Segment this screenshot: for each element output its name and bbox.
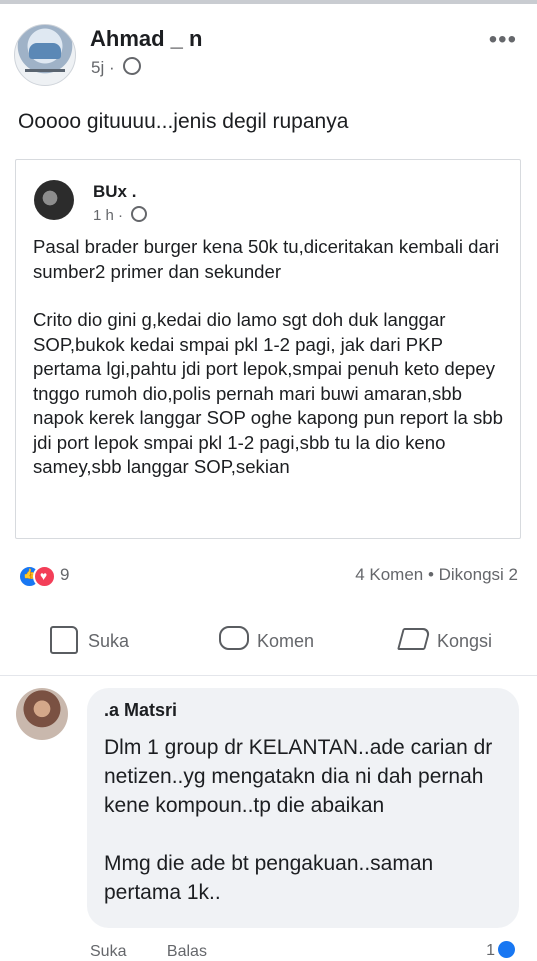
shared-author-avatar[interactable] (34, 180, 74, 220)
avatar-car-graphic (29, 43, 61, 59)
globe-icon (123, 57, 142, 75)
shared-author-name[interactable]: BUx . (93, 182, 136, 202)
shared-paragraph: Crito dio gini g,kedai dio lamo sgt doh … (33, 309, 503, 477)
comment-text: Dlm 1 group dr KELANTAN..ade carian dr n… (104, 733, 504, 936)
post-actions-bar: Suka Komen Kongsi (0, 622, 537, 662)
avatar-caption-graphic (25, 69, 65, 72)
comment-label: Komen (257, 631, 315, 651)
shared-post-text: Pasal brader burger kena 50k tu,dicerita… (33, 235, 513, 504)
more-options-button[interactable]: ••• (489, 26, 517, 54)
comment-bubble: .a Matsri Dlm 1 group dr KELANTAN..ade c… (87, 688, 519, 928)
commenter-avatar[interactable] (16, 688, 68, 740)
post-author-name[interactable]: Ahmad _ n (90, 26, 202, 52)
reaction-count: 9 (60, 565, 70, 584)
comment-paragraph: Dlm 1 group dr KELANTAN..ade carian dr n… (104, 736, 493, 817)
comments-shares-count[interactable]: 4 Komen • Dikongsi 2 (355, 565, 518, 585)
comment-paragraph: Mmg die ade bt pengakuan..saman pertama … (104, 852, 434, 904)
globe-icon (131, 206, 148, 222)
love-reaction-icon (33, 565, 56, 588)
comment-like-button[interactable]: Suka (90, 943, 126, 960)
post-text: Ooooo gituuuu...jenis degil rupanya (18, 110, 349, 133)
comment-actions: Suka Balas (90, 943, 243, 961)
actions-divider (0, 675, 537, 676)
top-divider (0, 0, 537, 4)
like-label: Suka (88, 631, 130, 651)
comment-reply-button[interactable]: Balas (167, 943, 207, 960)
thumb-up-icon (50, 626, 78, 654)
shared-paragraph: Pasal brader burger kena 50k tu,dicerita… (33, 236, 500, 282)
comment-like-count[interactable]: 1 (486, 941, 515, 960)
author-avatar[interactable] (14, 24, 76, 86)
like-reaction-icon (498, 941, 515, 958)
post-time[interactable]: 5j · (91, 58, 115, 77)
share-label: Kongsi (437, 631, 493, 651)
commenter-name[interactable]: .a Matsri (104, 700, 177, 721)
share-icon (397, 628, 431, 650)
shared-post-time[interactable]: 1 h · (93, 207, 123, 224)
comment-like-number: 1 (486, 942, 495, 959)
shared-post-meta: 1 h · (93, 206, 148, 224)
comment-icon (219, 626, 249, 650)
post-meta: 5j · (91, 57, 142, 78)
shared-post-card[interactable]: BUx . 1 h · Pasal brader burger kena 50k… (15, 159, 521, 539)
